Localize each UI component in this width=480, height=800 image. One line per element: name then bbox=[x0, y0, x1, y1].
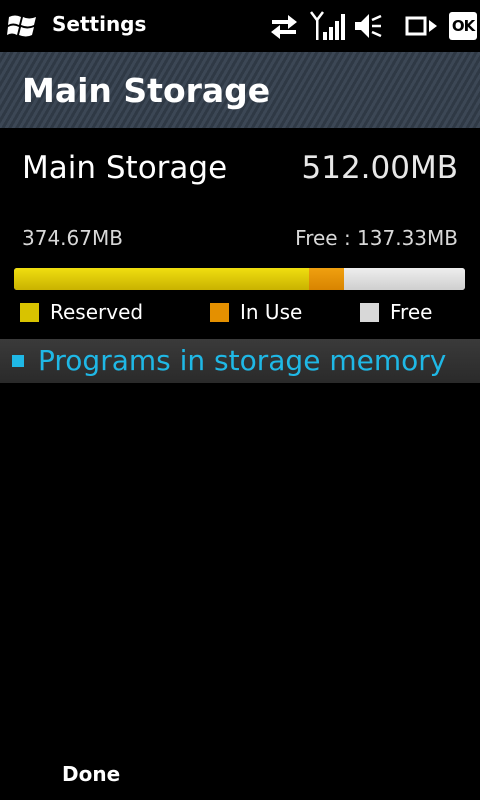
usage-bar-free bbox=[344, 268, 465, 290]
legend-label-free: Free bbox=[390, 300, 433, 324]
ok-label: OK bbox=[451, 17, 475, 35]
programs-link-label: Programs in storage memory bbox=[38, 344, 447, 377]
status-title: Settings bbox=[52, 12, 147, 36]
bullet-icon bbox=[12, 355, 24, 367]
legend-swatch-reserved bbox=[20, 303, 39, 322]
storage-total: 512.00MB bbox=[301, 150, 458, 186]
legend-swatch-free bbox=[360, 303, 379, 322]
storage-usage-bar bbox=[14, 268, 465, 290]
page-title: Main Storage bbox=[22, 71, 271, 110]
legend-label-in-use: In Use bbox=[240, 300, 303, 324]
signal-strength-icon bbox=[310, 11, 345, 40]
connection-icon bbox=[405, 16, 437, 36]
storage-name: Main Storage bbox=[22, 150, 228, 186]
legend-label-reserved: Reserved bbox=[50, 300, 144, 324]
data-transfer-icon bbox=[271, 15, 297, 39]
usage-bar-in-use bbox=[308, 268, 345, 290]
reserved-value: 374.67MB bbox=[22, 226, 123, 250]
usage-bar-reserved bbox=[14, 268, 309, 290]
programs-in-storage-link[interactable]: Programs in storage memory bbox=[0, 339, 480, 383]
windows-logo-icon[interactable] bbox=[7, 12, 39, 40]
legend-swatch-in-use bbox=[210, 303, 229, 322]
ok-button-icon[interactable]: OK bbox=[449, 12, 477, 40]
page-header: Main Storage bbox=[0, 52, 480, 128]
done-softkey[interactable]: Done bbox=[62, 762, 120, 786]
speaker-muted-icon bbox=[355, 14, 382, 38]
status-bar: Settings OK bbox=[0, 0, 480, 52]
free-value: Free : 137.33MB bbox=[295, 226, 458, 250]
